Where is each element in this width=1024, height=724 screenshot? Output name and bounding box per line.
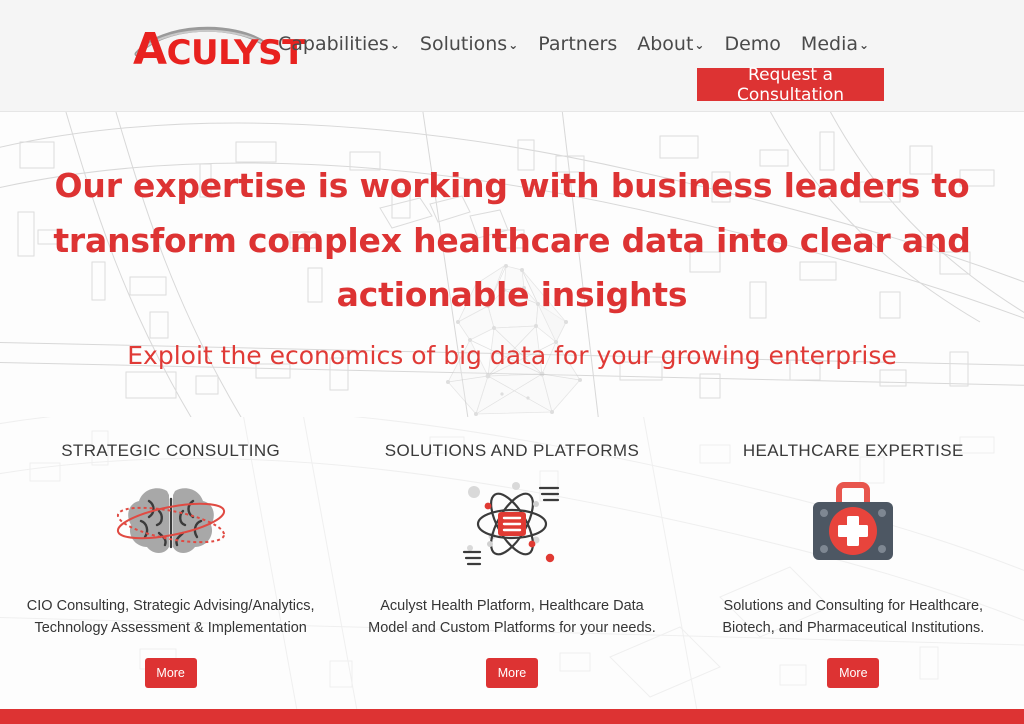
logo-initial: A <box>133 24 167 75</box>
feature-description: Solutions and Consulting for Healthcare,… <box>722 598 985 637</box>
medical-kit-icon <box>805 475 901 571</box>
nav-item-demo[interactable]: Demo <box>724 33 780 55</box>
brand-logo[interactable]: ACULYST <box>133 22 305 75</box>
request-consultation-button[interactable]: Request a Consultation <box>697 65 884 105</box>
nav-item-solutions[interactable]: Solutions ⌄ <box>420 33 518 55</box>
hero-copy: Our expertise is working with business l… <box>0 112 1024 417</box>
nav-label-solutions: Solutions <box>419 33 508 55</box>
chevron-down-icon: ⌄ <box>389 38 400 52</box>
nav-label-about: About <box>637 33 694 55</box>
atom-icon <box>454 475 570 571</box>
feature-title: HEALTHCARE EXPERTISE <box>742 441 964 460</box>
chevron-down-icon: ⌄ <box>694 38 705 52</box>
feature-description: CIO Consulting, Strategic Advising/Analy… <box>26 598 315 637</box>
nav-label-demo: Demo <box>724 33 781 55</box>
feature-card-solutions-platforms: SOLUTIONS AND PLATFORMS Aculyst Health P… <box>341 417 682 709</box>
chevron-down-icon: ⌄ <box>508 38 519 52</box>
feature-card-healthcare-expertise: HEALTHCARE EXPERTISE Solutions and Consu… <box>683 417 1024 709</box>
nav-item-capabilities[interactable]: Capabilities ⌄ <box>278 33 400 55</box>
nav-item-media[interactable]: Media ⌄ <box>801 33 869 55</box>
more-button-strategic-consulting[interactable]: More <box>144 657 197 688</box>
features-grid: STRATEGIC CONSULTING CIO Consulting, Str… <box>0 417 1024 709</box>
page-title: Our expertise is working with business l… <box>53 166 971 315</box>
hero-subtitle: Exploit the economics of big data for yo… <box>127 340 897 370</box>
site-header: ACULYST Capabilities ⌄ Solutions ⌄ Partn… <box>0 0 1024 112</box>
feature-card-strategic-consulting: STRATEGIC CONSULTING CIO Consulting, Str… <box>0 417 341 709</box>
nav-label-media: Media <box>800 33 858 55</box>
more-button-solutions-platforms[interactable]: More <box>485 657 538 688</box>
nav-item-partners[interactable]: Partners <box>538 33 617 55</box>
feature-title: STRATEGIC CONSULTING <box>61 441 281 460</box>
hero-section: Our expertise is working with business l… <box>0 112 1024 417</box>
nav-label-capabilities: Capabilities <box>278 33 389 55</box>
more-button-healthcare-expertise[interactable]: More <box>827 657 880 688</box>
chevron-down-icon: ⌄ <box>859 38 870 52</box>
nav-item-about[interactable]: About ⌄ <box>637 33 704 55</box>
footer-accent-bar <box>0 709 1024 724</box>
feature-title: SOLUTIONS AND PLATFORMS <box>384 441 640 460</box>
nav-label-partners: Partners <box>538 33 618 55</box>
main-navigation: Capabilities ⌄ Solutions ⌄ Partners Abou… <box>278 33 869 55</box>
brain-icon <box>109 475 233 571</box>
feature-description: Aculyst Health Platform, Healthcare Data… <box>368 598 656 637</box>
features-section: STRATEGIC CONSULTING CIO Consulting, Str… <box>0 417 1024 709</box>
